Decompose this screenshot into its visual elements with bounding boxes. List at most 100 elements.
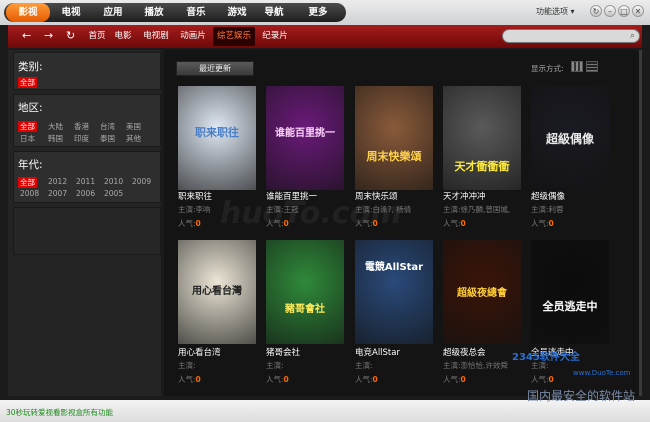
- nav-tab-animation[interactable]: 动画片: [176, 27, 210, 46]
- region-option-hongkong[interactable]: 香港: [74, 121, 89, 132]
- region-option-india[interactable]: 印度: [74, 133, 89, 144]
- card-title[interactable]: 周末快乐颂: [355, 190, 398, 202]
- region-option-japan[interactable]: 日本: [20, 133, 35, 144]
- card-title[interactable]: 超级偶像: [531, 190, 565, 202]
- top-tab-navigation[interactable]: 导航: [259, 3, 289, 22]
- top-bar: 影视 电视 应用 播放 音乐 游戏 导航 更多 功能选项 ▾ ↻ – □ ✕: [0, 0, 650, 25]
- popularity-label: 人气:: [443, 219, 461, 228]
- region-option-thailand[interactable]: 泰国: [100, 133, 115, 144]
- close-icon[interactable]: ✕: [632, 5, 644, 17]
- region-filter: 地区: 全部 大陆 香港 台湾 美国 日本 韩国 印度 泰国 其他: [13, 94, 161, 147]
- search-icon[interactable]: ⌕: [630, 31, 635, 42]
- top-tab-music[interactable]: 音乐: [181, 3, 211, 22]
- card-popularity: 0: [283, 219, 289, 228]
- poster-image[interactable]: 豬哥會社: [266, 240, 344, 344]
- minimize-icon[interactable]: –: [604, 5, 616, 17]
- card-host: 王冠: [283, 205, 299, 214]
- region-option-other[interactable]: 其他: [126, 133, 141, 144]
- card-popularity: 0: [283, 375, 289, 384]
- region-option-usa[interactable]: 美国: [126, 121, 141, 132]
- card-title[interactable]: 谁能百里挑一: [266, 190, 317, 202]
- card-title[interactable]: 用心看台湾: [178, 346, 221, 358]
- popularity-label: 人气:: [531, 219, 549, 228]
- top-tab-more[interactable]: 更多: [303, 3, 333, 22]
- host-label: 主演:: [355, 205, 373, 214]
- year-option-2011[interactable]: 2011: [76, 177, 95, 186]
- year-option-2008[interactable]: 2008: [20, 189, 39, 198]
- host-label: 主演:: [178, 361, 196, 370]
- poster-image[interactable]: 谁能百里挑一: [266, 86, 344, 190]
- host-label: 主演:: [443, 205, 461, 214]
- card-popularity: 0: [195, 375, 201, 384]
- year-option-2005[interactable]: 2005: [104, 189, 123, 198]
- top-tab-movies[interactable]: 影视: [6, 3, 50, 22]
- card-popularity: 0: [195, 219, 201, 228]
- top-tab-play[interactable]: 播放: [139, 3, 169, 22]
- function-options-menu[interactable]: 功能选项 ▾: [536, 6, 575, 17]
- top-tab-games[interactable]: 游戏: [222, 3, 252, 22]
- region-option-all[interactable]: 全部: [18, 121, 37, 132]
- popularity-label: 人气:: [178, 375, 196, 384]
- poster-image[interactable]: 职来职往: [178, 86, 256, 190]
- poster-image[interactable]: 超級偶像: [531, 86, 609, 190]
- card-title[interactable]: 天才冲冲冲: [443, 190, 486, 202]
- search-input[interactable]: ⌕: [502, 29, 640, 43]
- card-host: 徐乃麟,曾国城,: [460, 205, 511, 214]
- host-label: 主演:: [178, 205, 196, 214]
- poster-image[interactable]: 全员逃走中: [531, 240, 609, 344]
- back-arrow-icon[interactable]: ←: [22, 30, 31, 42]
- poster-image[interactable]: 用心看台灣: [178, 240, 256, 344]
- poster-image[interactable]: 天才衝衝衝: [443, 86, 521, 190]
- nav-tab-movies[interactable]: 电影: [110, 27, 136, 46]
- nav-tab-variety[interactable]: 综艺娱乐: [213, 27, 255, 46]
- year-option-2006[interactable]: 2006: [76, 189, 95, 198]
- year-filter: 年代: 全部 2012 2011 2010 2009 2008 2007 200…: [13, 151, 161, 203]
- year-option-2010[interactable]: 2010: [104, 177, 123, 186]
- refresh-icon[interactable]: ↻: [590, 5, 602, 17]
- year-option-2007[interactable]: 2007: [48, 189, 67, 198]
- popularity-label: 人气:: [266, 375, 284, 384]
- host-label: 主演:: [266, 205, 284, 214]
- poster-image[interactable]: 周末快樂頌: [355, 86, 433, 190]
- poster-image[interactable]: 電競AllStar: [355, 240, 433, 344]
- forward-arrow-icon[interactable]: →: [44, 30, 53, 42]
- year-option-all[interactable]: 全部: [18, 177, 37, 188]
- reload-icon[interactable]: ↻: [66, 30, 75, 42]
- channel-nav-bar: ← → ↻ 首页 电影 电视剧 动画片 综艺娱乐 纪录片 ⌕: [8, 25, 642, 48]
- poster-title-art: 职来职往: [195, 126, 239, 139]
- region-option-korea[interactable]: 韩国: [48, 133, 63, 144]
- host-label: 主演:: [355, 361, 373, 370]
- status-tip-link[interactable]: 30秒玩转爱视看影视盒所有功能: [6, 407, 113, 418]
- corner-logo-site: 2345软件大全: [512, 352, 580, 363]
- region-option-taiwan[interactable]: 台湾: [100, 121, 115, 132]
- card-title[interactable]: 电竞AllStar: [355, 346, 400, 358]
- category-option-all[interactable]: 全部: [18, 77, 37, 88]
- corner-logo-slogan: 国内最安全的软件站: [527, 389, 636, 403]
- card-title[interactable]: 职来职往: [178, 190, 212, 202]
- poster-title-art: 用心看台灣: [192, 286, 242, 297]
- card-title[interactable]: 猪哥会社: [266, 346, 300, 358]
- nav-tab-tv-series[interactable]: 电视剧: [139, 27, 173, 46]
- list-view-icon[interactable]: [586, 61, 598, 72]
- card-host: 利蓉: [548, 205, 564, 214]
- card-host: 白泳?, 杨倩: [372, 205, 412, 214]
- poster-image[interactable]: 超級夜總會: [443, 240, 521, 344]
- year-option-2009[interactable]: 2009: [132, 177, 151, 186]
- grid-view-icon[interactable]: [571, 61, 583, 72]
- top-tab-apps[interactable]: 应用: [98, 3, 128, 22]
- nav-tab-home[interactable]: 首页: [84, 27, 110, 46]
- scrollbar[interactable]: [639, 50, 642, 396]
- popularity-label: 人气:: [443, 375, 461, 384]
- top-tab-tv[interactable]: 电视: [56, 3, 86, 22]
- poster-title-art: 超級偶像: [545, 132, 594, 146]
- region-option-mainland[interactable]: 大陆: [48, 121, 63, 132]
- card-title[interactable]: 超级夜总会: [443, 346, 486, 358]
- maximize-icon[interactable]: □: [618, 5, 630, 17]
- popularity-label: 人气:: [266, 219, 284, 228]
- poster-title-art: 周末快樂頌: [366, 150, 422, 163]
- nav-tab-documentary[interactable]: 纪录片: [258, 27, 292, 46]
- host-label: 主演:: [266, 361, 284, 370]
- category-title: 类别:: [18, 61, 43, 73]
- year-option-2012[interactable]: 2012: [48, 177, 67, 186]
- recent-updates-button[interactable]: 最近更新: [176, 61, 254, 76]
